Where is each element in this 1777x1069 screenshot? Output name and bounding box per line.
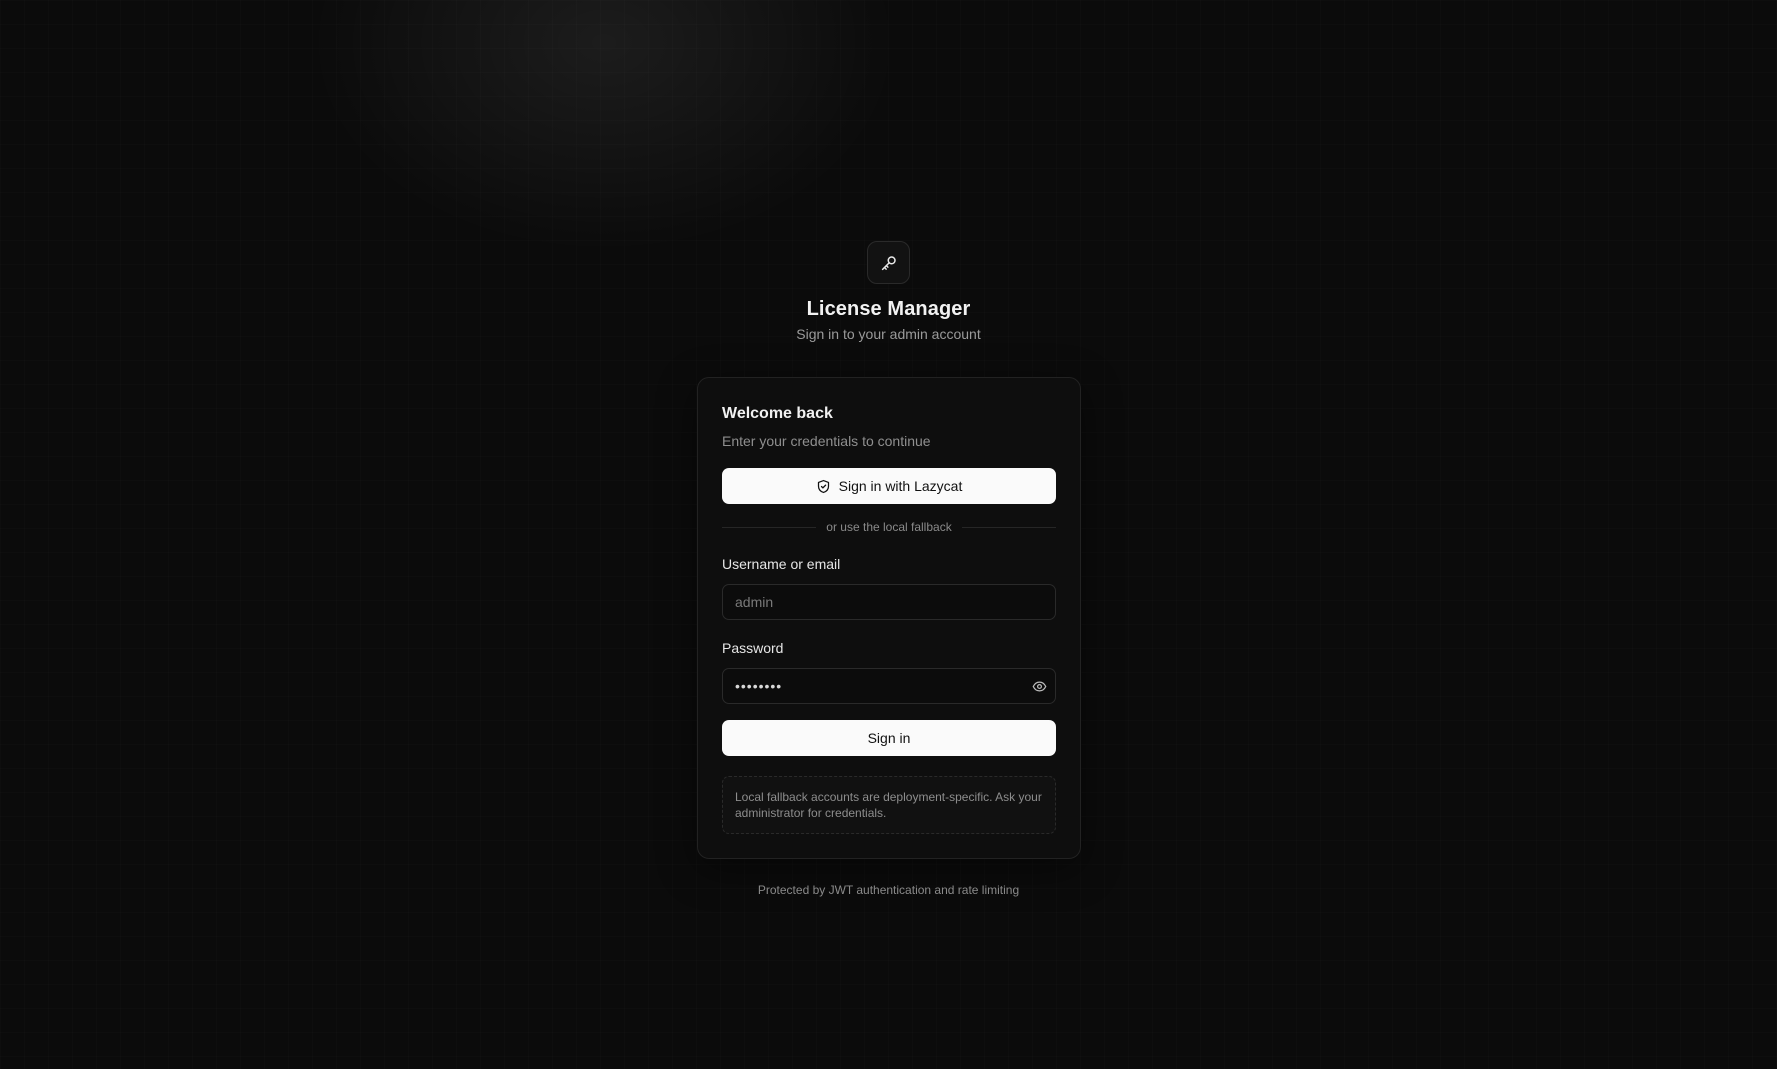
divider-line-left xyxy=(722,526,817,528)
username-label: Username or email xyxy=(722,556,841,572)
key-icon xyxy=(881,255,896,270)
footer-text: Protected by JWT authentication and rate… xyxy=(757,883,1020,897)
app-logo xyxy=(867,241,910,284)
password-label: Password xyxy=(722,640,784,656)
divider-line-right xyxy=(961,526,1056,528)
toggle-password-visibility-button[interactable] xyxy=(1022,668,1056,704)
sign-in-with-lazycat-button[interactable]: Sign in with Lazycat xyxy=(722,468,1056,504)
login-page: License Manager Sign in to your admin ac… xyxy=(0,0,1777,1069)
divider-text: or use the local fallback xyxy=(826,520,952,534)
sign-in-with-lazycat-label: Sign in with Lazycat xyxy=(838,478,963,494)
card-title: Welcome back xyxy=(722,405,833,422)
card-subtitle: Enter your credentials to continue xyxy=(722,433,931,449)
username-input[interactable] xyxy=(722,584,1056,620)
eye-icon xyxy=(1032,681,1046,691)
password-input[interactable] xyxy=(722,668,1056,704)
page-subtitle: Sign in to your admin account xyxy=(796,326,981,342)
page-title: License Manager xyxy=(806,298,971,320)
shield-check-icon xyxy=(817,479,829,493)
login-card: Welcome back Enter your credentials to c… xyxy=(697,377,1081,859)
fallback-note: Local fallback accounts are deployment-s… xyxy=(722,776,1056,834)
sign-in-button[interactable]: Sign in xyxy=(722,720,1056,756)
divider: or use the local fallback xyxy=(722,520,1056,534)
